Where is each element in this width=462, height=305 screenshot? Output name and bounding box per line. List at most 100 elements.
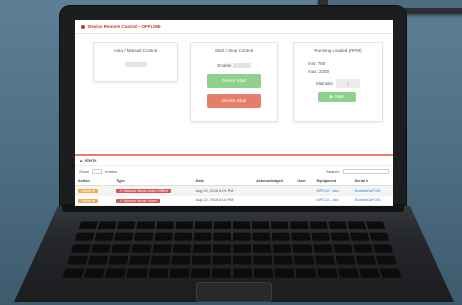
alerts-section: ▲ Alerts Show entries Search: Action Type…	[75, 154, 393, 206]
alert-date-cell: Aug 22, 2018 6:04 PM	[192, 195, 254, 206]
alert-date-cell: Aug 22, 2018 6:51 PM	[192, 205, 254, 206]
keyboard-key	[126, 268, 148, 279]
keyboard-key	[212, 256, 231, 265]
column-header[interactable]: Date	[192, 177, 254, 187]
column-header[interactable]: Equipment	[313, 177, 352, 187]
entries-select[interactable]	[92, 169, 103, 175]
enable-toggle[interactable]	[232, 63, 251, 69]
device-stop-button[interactable]: Device Stop	[207, 94, 261, 109]
rpm-start-button[interactable]: ▶ Start	[318, 92, 356, 102]
serial-link[interactable]: Ecotek/DaF001	[355, 198, 381, 202]
keyboard-key	[213, 232, 232, 241]
keyboard-key	[213, 221, 232, 230]
auto-manual-title: Auto / Manual Control	[113, 48, 158, 53]
keyboard-key	[134, 232, 154, 241]
keyboard-key	[74, 232, 95, 241]
table-body: Action ▾ ⚠ Manual Mode Auto=Offline Aug 22…	[75, 185, 393, 206]
rpm-max-label: max: 2200	[308, 69, 330, 74]
keyboard-key	[153, 232, 173, 241]
equipment-link[interactable]: MPC10 - abc	[316, 198, 338, 202]
action-dropdown-cell: Action ▾	[75, 195, 114, 206]
keyboard-key	[117, 221, 137, 230]
alerts-title: Alerts	[84, 158, 97, 163]
control-panels: Auto / Manual Control Start / Stop Contr…	[83, 42, 385, 122]
acknowledged-cell-cell	[253, 205, 295, 206]
table-row: Action ▾⚠ Manual Mode Auto=OfflineAug 22…	[75, 205, 393, 206]
alerts-controls: Show entries Search:	[75, 166, 393, 177]
alert-date: Aug 22, 2018 6:01 PM	[195, 188, 234, 193]
keyboard-key	[349, 232, 370, 241]
keyboard-key	[310, 232, 330, 241]
column-header[interactable]: Acknowledged	[253, 177, 295, 187]
keyboard-key	[131, 243, 152, 253]
keyboard-key	[335, 256, 356, 265]
keyboard-key	[330, 232, 350, 241]
action-dropdown[interactable]: Action ▾	[78, 189, 98, 194]
keyboard-key	[105, 268, 127, 279]
keyboard-key	[172, 243, 192, 253]
column-header[interactable]: Action	[75, 177, 114, 187]
user-cell-cell	[294, 205, 314, 206]
keyboard-key	[295, 268, 317, 279]
action-dropdown-cell: Action ▾	[75, 185, 114, 197]
equipment-link[interactable]: MPC10 - abc	[316, 189, 338, 193]
device-start-button[interactable]: Device Start	[207, 74, 261, 89]
keyboard-key	[251, 221, 270, 230]
table-row: Action ▾ ⚠ Manual Mode Alarm Aug 22, 2018 …	[75, 195, 393, 206]
keyboard-key	[66, 256, 89, 265]
laptop-screen: Device Remote Control - OFFLINE Auto / M…	[75, 20, 393, 206]
keyboard-key	[232, 221, 251, 230]
equipment-link-cell: MPC10 - abc	[313, 195, 352, 206]
laptop-touchpad	[196, 282, 272, 302]
column-header[interactable]: Serial #	[351, 177, 393, 187]
keyboard-key	[332, 243, 353, 253]
keyboard-key	[149, 256, 170, 265]
page-title: Device Remote Control - OFFLINE	[88, 24, 161, 29]
keyboard-key	[271, 232, 291, 241]
table-header-row: Action Type Date Acknowledged User Equipment S…	[75, 177, 393, 187]
keyboard-key	[62, 268, 85, 279]
keyboard-key	[194, 221, 213, 230]
keyboard-key	[346, 221, 367, 230]
keyboard-key	[212, 243, 232, 253]
keyboard-key	[291, 232, 311, 241]
keyboard-key	[151, 243, 172, 253]
alert-type-badge: ⚠ Manual Mode Auto=Offline	[116, 189, 172, 194]
app-header: Device Remote Control - OFFLINE	[75, 20, 393, 34]
user-cell-cell	[294, 195, 314, 206]
auto-manual-toggle[interactable]	[124, 62, 147, 67]
alert-date-cell: Aug 22, 2018 6:01 PM	[192, 185, 254, 197]
action-dropdown[interactable]: Action ▾	[78, 198, 98, 203]
keyboard-key	[274, 268, 295, 279]
keyboard-key	[232, 232, 251, 241]
equipment-link-cell: MPC10 - abc	[313, 185, 352, 197]
serial-link[interactable]: Ecotek/DaF001	[355, 189, 381, 193]
keyboard-key	[273, 256, 294, 265]
keyboard-key	[83, 268, 106, 279]
column-header[interactable]: Type	[113, 177, 193, 187]
keyboard-key	[190, 268, 211, 279]
keyboard-key	[192, 243, 212, 253]
keyboard-key	[111, 243, 132, 253]
equipment-link-cell: MPC10 - abc	[313, 205, 352, 206]
rpm-min-label: min: 780	[308, 61, 326, 66]
keyboard-key	[232, 243, 252, 253]
serial-link-cell: Ecotek/DaF001	[351, 195, 393, 206]
keyboard-key	[337, 268, 359, 279]
search-input[interactable]	[343, 169, 389, 175]
keyboard-key	[87, 256, 109, 265]
keyboard-key	[316, 268, 338, 279]
maintain-input[interactable]: 0	[336, 79, 360, 88]
alert-type-badge-cell: ⚠ Manual Mode Auto=Offline	[113, 185, 193, 197]
keyboard-key	[94, 232, 115, 241]
keyboard-key	[155, 221, 175, 230]
alert-date: Aug 22, 2018 6:04 PM	[195, 198, 234, 203]
alert-type-badge-cell: ⚠ Manual Mode Alarm	[113, 195, 193, 206]
alert-type-badge-cell: ⚠ Manual Mode Auto=Offline	[113, 205, 193, 206]
keyboard-key	[252, 243, 272, 253]
warning-icon: ▲	[79, 158, 84, 163]
column-header[interactable]: User	[294, 177, 314, 187]
serial-link-cell: Ecotek/DaF001	[351, 205, 393, 206]
auto-manual-panel: Auto / Manual Control	[93, 42, 178, 82]
keyboard-key	[327, 221, 347, 230]
